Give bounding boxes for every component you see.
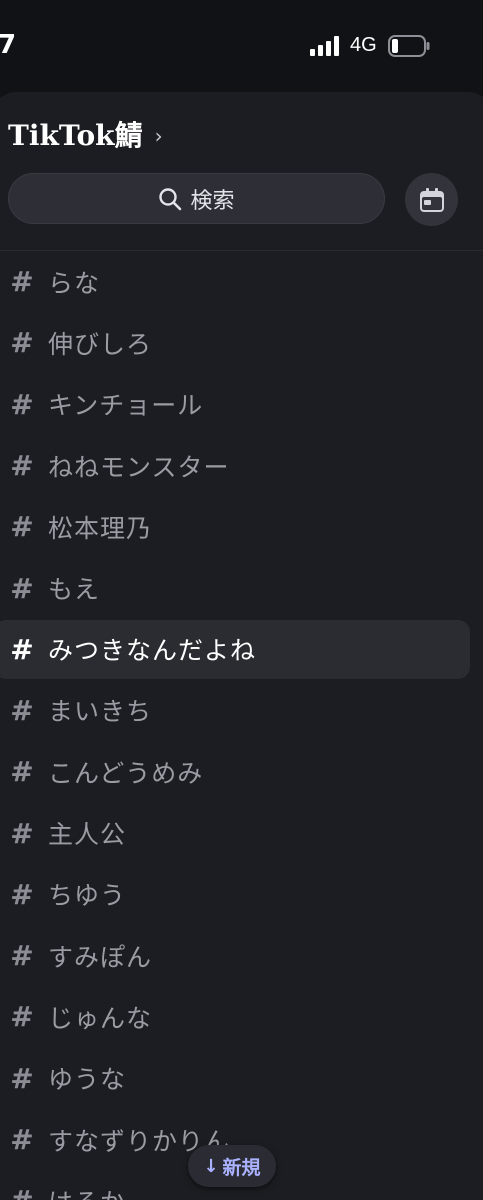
- search-label: 検索: [190, 188, 235, 214]
- battery-icon: [388, 35, 430, 57]
- hashtag-icon: #: [10, 816, 34, 850]
- channel-item[interactable]: # らな: [0, 251, 483, 312]
- channel-name: まいきち: [48, 697, 153, 727]
- hashtag-icon: #: [10, 1061, 34, 1095]
- app-screen: 7 4G TikTok鯖 › 検索 # らな # 伸びしろ # キンチョール #…: [0, 0, 483, 1200]
- status-bar: 7 4G: [0, 0, 483, 92]
- hashtag-icon: #: [10, 877, 34, 911]
- channel-name: ゆうな: [48, 1065, 127, 1095]
- channel-item[interactable]: # 主人公: [0, 802, 483, 863]
- channel-item[interactable]: # キンチョール: [0, 374, 483, 435]
- channel-item[interactable]: # まいきち: [0, 680, 483, 741]
- hashtag-icon: #: [10, 939, 34, 973]
- channel-item[interactable]: # じゅんな: [0, 986, 483, 1047]
- channel-item[interactable]: # もえ: [0, 557, 483, 618]
- channel-item[interactable]: # ねねモンスター: [0, 435, 483, 496]
- search-input[interactable]: 検索: [8, 173, 385, 224]
- channel-name: はるか: [48, 1183, 126, 1200]
- channel-name: 伸びしろ: [48, 329, 153, 359]
- hashtag-icon: #: [10, 1000, 34, 1034]
- hashtag-icon: #: [10, 693, 34, 727]
- hashtag-icon: #: [8, 1184, 36, 1200]
- channel-name: すみぽん: [48, 942, 153, 972]
- channel-name: もえ: [48, 575, 101, 605]
- channel-item[interactable]: # 伸びしろ: [0, 312, 483, 373]
- hashtag-icon: #: [10, 449, 34, 483]
- server-title[interactable]: TikTok鯖: [8, 114, 143, 154]
- arrow-down-icon: ↓: [203, 1155, 219, 1177]
- server-header[interactable]: TikTok鯖 ›: [8, 112, 163, 156]
- hashtag-icon: #: [10, 755, 34, 789]
- hashtag-icon: #: [10, 571, 34, 605]
- hashtag-icon: #: [10, 387, 34, 421]
- channel-item[interactable]: # ちゆう: [0, 864, 483, 925]
- channel-name: キンチョール: [48, 391, 204, 421]
- channel-name: こんどうめみ: [48, 758, 204, 788]
- channel-name: 松本理乃: [48, 513, 153, 543]
- calendar-icon: [419, 187, 444, 212]
- channel-list: # らな # 伸びしろ # キンチョール # ねねモンスター # 松本理乃 # …: [0, 251, 483, 1200]
- channel-name: 主人公: [48, 820, 127, 850]
- chevron-right-icon: ›: [154, 124, 163, 148]
- hashtag-icon: #: [10, 265, 34, 299]
- signal-icon: [310, 36, 339, 56]
- channel-item[interactable]: # 松本理乃: [0, 496, 483, 557]
- new-messages-label: 新規: [222, 1156, 261, 1179]
- new-messages-button[interactable]: ↓ 新規: [188, 1145, 276, 1187]
- channel-name: らな: [48, 268, 101, 298]
- hashtag-icon: #: [10, 326, 34, 360]
- channel-name: ちゆう: [48, 881, 127, 911]
- channel-name: じゅんな: [48, 1003, 153, 1033]
- channel-item[interactable]: # すみぽん: [0, 925, 483, 986]
- channel-name: みつきなんだよね: [48, 636, 257, 666]
- channel-item-active[interactable]: # みつきなんだよね: [0, 619, 470, 679]
- hashtag-icon: #: [10, 510, 34, 544]
- status-time: 7: [0, 30, 17, 60]
- channel-name: ねねモンスター: [48, 452, 230, 482]
- hashtag-icon: #: [10, 1123, 34, 1156]
- hashtag-icon: #: [10, 632, 34, 666]
- channel-item[interactable]: # ゆうな: [0, 1048, 483, 1109]
- network-type: 4G: [350, 34, 377, 56]
- channel-item[interactable]: # こんどうめみ: [0, 741, 483, 802]
- search-icon: [159, 187, 182, 210]
- calendar-button[interactable]: [405, 173, 458, 226]
